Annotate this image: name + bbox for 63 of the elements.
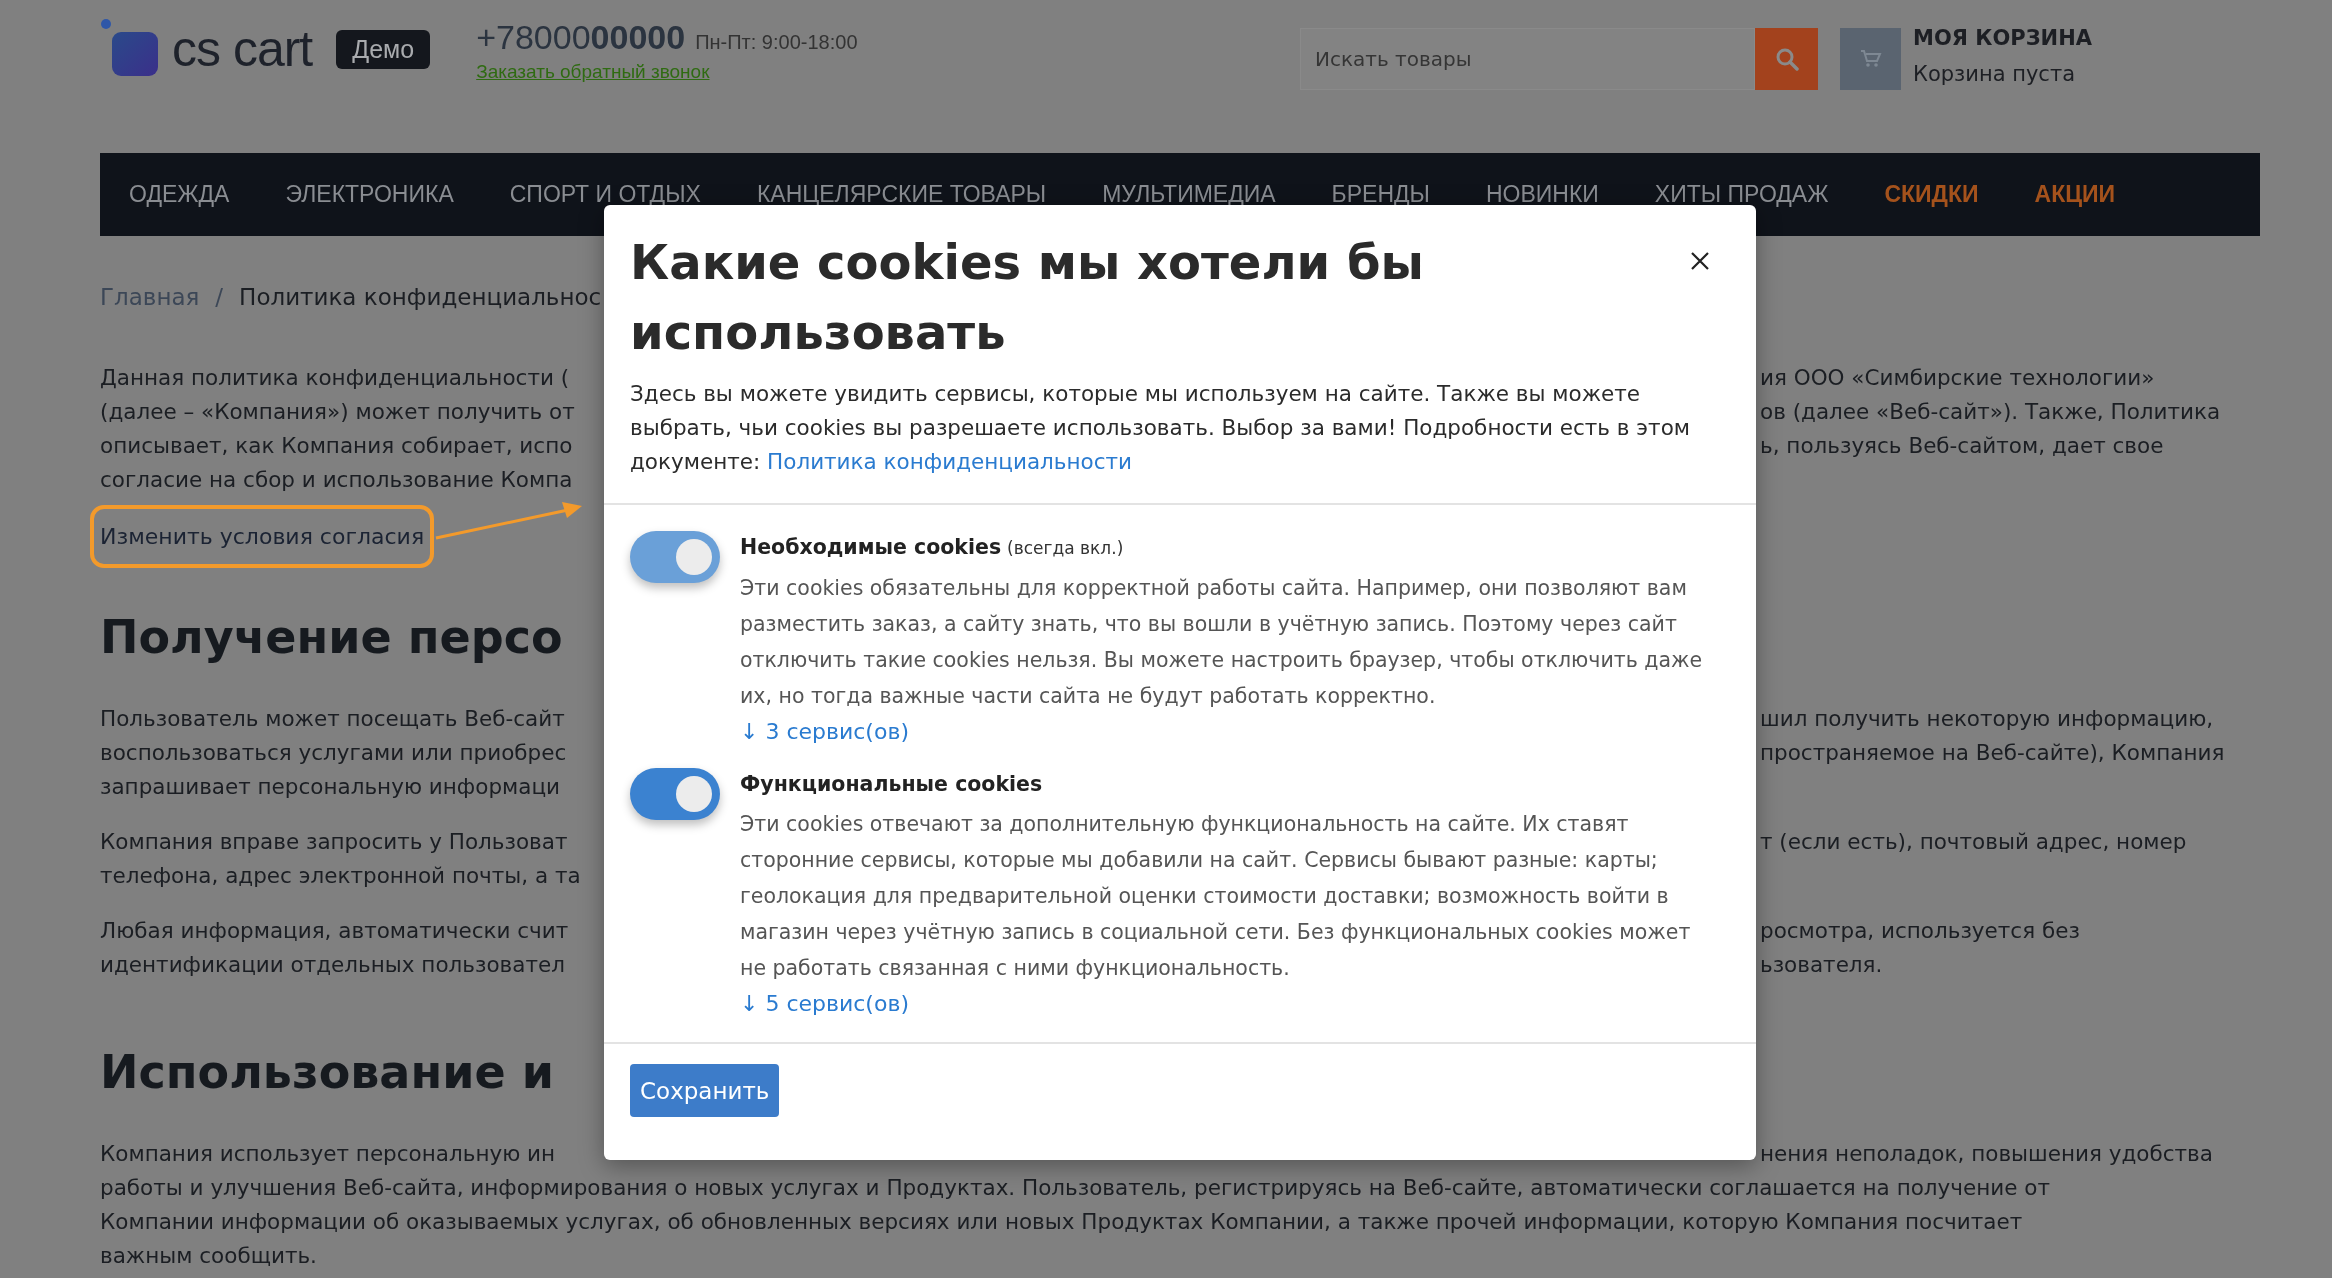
services-link[interactable]: ↓ 5 сервис(ов)	[740, 991, 909, 1016]
paragraph-line: ов (далее «Веб-сайт»). Также, Политика	[1759, 398, 2222, 426]
cookie-category-title: Функциональные cookies	[740, 771, 1043, 798]
dialog-intro-text: Здесь вы можете увидить сервисы, которые мы используем на сайте. Также вы можете выбрать, чьи cookies вы разрешаете использовать. Выбор за вами! Подробности есть в этом документе: Политика конфиденциальности	[604, 377, 1756, 505]
menu-item[interactable]: КАНЦЕЛЯРСКИЕ ТОВАРЫ	[756, 181, 1047, 208]
menu-item[interactable]: СПОРТ И ОТДЫХ	[509, 181, 701, 208]
logo-text[interactable]: cs cart	[172, 20, 313, 78]
paragraph-line: запрашивает персональную информаци	[100, 773, 562, 801]
save-button[interactable]: Сохранить	[630, 1064, 780, 1117]
working-hours: Пн-Пт: 9:00-18:00	[695, 31, 858, 54]
paragraph-line: ия ООО «Симбирские технологии»	[1759, 364, 2156, 392]
paragraph-line: согласие на сбор и использование Компа	[100, 466, 574, 494]
menu-item[interactable]: АКЦИИ	[2034, 181, 2116, 208]
paragraph-line: Данная политика конфиденциальности (	[100, 364, 571, 392]
menu-item[interactable]: БРЕНДЫ	[1331, 181, 1430, 208]
privacy-policy-link[interactable]: Политика конфиденциальности	[767, 449, 1133, 474]
menu-item[interactable]: НОВИНКИ	[1485, 181, 1599, 208]
menu-item[interactable]: ХИТЫ ПРОДАЖ	[1654, 181, 1829, 208]
paragraph-line: Пользователь может посещать Веб-сайт	[100, 705, 566, 733]
paragraph-line: шил получить некоторую информацию,	[1759, 705, 2215, 733]
breadcrumb-link[interactable]: Главная	[100, 284, 200, 310]
paragraph-line: Компания вправе запросить у Пользоват	[100, 828, 569, 856]
paragraph-line: важным сообщить.	[100, 1242, 318, 1270]
paragraph-line: т (если есть), почтовый адрес, номер	[1759, 828, 2188, 856]
paragraph-line: идентификации отдельных пользовател	[100, 951, 566, 979]
breadcrumb-separator: /	[215, 284, 224, 310]
paragraph-line: пространяемое на Веб-сайте), Компания	[1759, 739, 2226, 767]
menu-item[interactable]: ОДЕЖДА	[129, 181, 230, 208]
paragraph-line: ьзователя.	[1759, 951, 1884, 979]
consent-link[interactable]: Изменить условия согласия	[100, 524, 425, 549]
paragraph-line: Любая информация, автоматически счит	[100, 917, 570, 945]
phone-number: +7800000000	[476, 18, 686, 57]
cookie-category-title: Необходимые cookies	[740, 534, 1002, 561]
paragraph-line: нения неполадок, повышения удобства	[1759, 1140, 2214, 1168]
cart-button[interactable]	[1840, 28, 1902, 90]
search-field[interactable]: Искать товары	[1300, 28, 1756, 90]
paragraph-line: росмотра, используется без	[1759, 917, 2081, 945]
breadcrumb-current: Политика конфиденциальнос	[239, 284, 602, 310]
cart-title[interactable]: МОЯ КОРЗИНА	[1913, 26, 2092, 50]
section-heading: Использование и	[100, 1044, 554, 1101]
menu-item[interactable]: СКИДКИ	[1884, 181, 1979, 208]
menu-item[interactable]: МУЛЬТИМЕДИА	[1102, 181, 1276, 208]
close-icon	[1690, 251, 1710, 271]
cookie-category-description: Эти cookies обязательны для корректной работы сайта. Например, они позволяют вам разместить заказ, а сайту знать, что вы вошли в учётную запись. Поэтому через сайт отключить такие cookies нельзя. Вы можете настроить браузер, чтобы отключить даже их, но тогда важные части сайта не будут работать корректно.	[740, 575, 1704, 710]
search-button[interactable]	[1755, 28, 1819, 90]
menu-item[interactable]: ЭЛЕКТРОНИКА	[285, 181, 454, 208]
toggle-switch[interactable]	[630, 768, 720, 820]
paragraph-line: (далее – «Компания») может получить от	[100, 398, 576, 426]
demo-badge: Демо	[336, 29, 431, 69]
paragraph-line: телефона, адрес электронной почты, а та	[100, 862, 582, 890]
cart-status: Корзина пуста	[1913, 62, 2076, 86]
section-heading: Получение персо	[100, 609, 563, 666]
cookie-category-description: Эти cookies отвечают за дополнительную функциональность на сайте. Их ставят сторонние сервисы, которые мы добавили на сайт. Сервисы бывают разные: карты; геолокация для предварительной оценки стоимости доставки; возможность войти в магазин через учётную запись в социальной сети. Без функциональных cookies может не работать связанная с ними функциональность.	[740, 811, 1692, 982]
paragraph-line: Компания использует персональную ин	[100, 1140, 557, 1168]
paragraph-line: ь, пользуясь Веб-сайтом, дает свое	[1759, 432, 2165, 460]
dialog-title: Какие cookies мы хотели бы использовать	[630, 233, 1425, 362]
paragraph-line: описывает, как Компания собирает, испо	[100, 432, 574, 460]
paragraph-line: работы и улучшения Веб-сайта, информирования о новых услугах и Продуктах. Пользователь, регистрируясь на Веб-сайте, автоматически соглашается на получение от	[100, 1174, 2051, 1202]
paragraph-line: Компании информации об оказываемых услугах, об обновленных версиях или новых Продуктах Компании, а также прочей информации, которую Компания посчитает	[100, 1208, 2024, 1236]
cookie-category-note: (всегда вкл.)	[1007, 537, 1124, 560]
search-icon	[1774, 47, 1799, 71]
cart-icon	[1859, 49, 1882, 69]
paragraph-line: воспользоваться услугами или приобрес	[100, 739, 568, 767]
